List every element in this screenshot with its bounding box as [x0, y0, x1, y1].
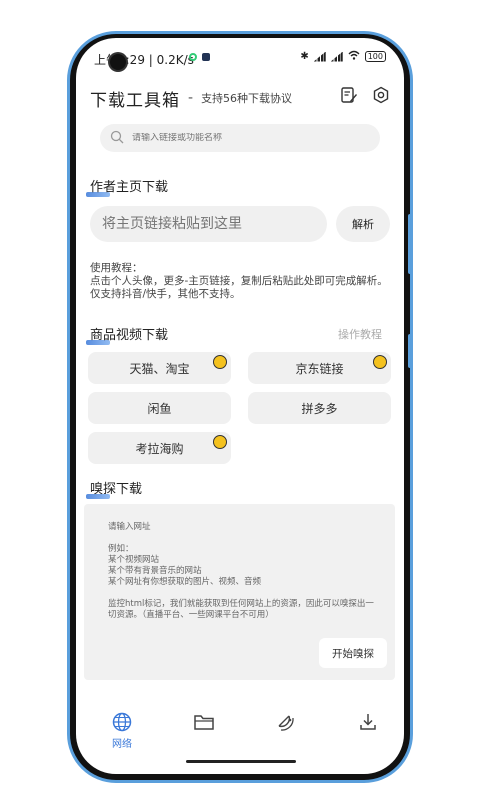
side-button [408, 334, 412, 368]
page-subtitle: 支持56种下载协议 [201, 92, 293, 105]
nav-item-network[interactable]: 网络 [86, 706, 158, 754]
bottom-nav: 网络 [76, 706, 404, 754]
nav-item-files[interactable] [168, 706, 240, 754]
tutorial-link[interactable]: 操作教程 [338, 326, 382, 342]
sniff-url-textarea[interactable]: 请输入网址 例如： 某个视频网站 某个带有背景音乐的网站 某个网址有你想获取的图… [84, 504, 395, 680]
home-indicator[interactable] [186, 760, 296, 763]
settings-icon[interactable] [372, 86, 390, 108]
app-notification-icon [202, 53, 210, 61]
status-time: 上午9:29 | 0.2K/s [94, 53, 194, 67]
search-bar[interactable] [100, 124, 380, 152]
title-separator: - [188, 90, 194, 106]
sniff-placeholder-text: 请输入网址 例如： 某个视频网站 某个带有背景音乐的网站 某个网址有你想获取的图… [108, 522, 374, 620]
jd-link-button[interactable]: 京东链接 [248, 352, 391, 384]
page-title: 下载工具箱 [90, 90, 180, 111]
folder-icon [193, 712, 215, 735]
globe-icon [112, 712, 132, 735]
author-tutorial-text: 使用教程： 点击个人头像，更多-主页链接，复制后粘贴此处即可完成解析。仅支持抖音… [90, 262, 388, 300]
header-actions [340, 86, 390, 108]
phone-frame: 上午9:29 | 0.2K/s ✱ 100 下载工具箱 - 支持56种下载协议 [70, 34, 412, 780]
parse-button[interactable]: 解析 [336, 206, 390, 242]
battery-indicator: 100 [364, 51, 386, 62]
hot-icon [213, 355, 227, 369]
app-header: 下载工具箱 - 支持56种下载协议 [90, 84, 390, 112]
xianyu-button[interactable]: 闲鱼 [88, 392, 231, 424]
section-title-sniff: 嗅探下载 [86, 478, 142, 499]
nav-item-downloads[interactable] [332, 706, 404, 754]
start-sniff-button[interactable]: 开始嗅探 [319, 638, 387, 668]
app-notification-icon [189, 53, 197, 61]
bluetooth-icon: ✱ [300, 51, 309, 62]
status-bar: 上午9:29 | 0.2K/s ✱ 100 [76, 38, 404, 74]
section-title-product: 商品视频下载 [86, 324, 168, 345]
nav-label: 网络 [112, 739, 132, 750]
signal-icon [330, 51, 343, 62]
hot-icon [373, 355, 387, 369]
side-button [408, 214, 412, 274]
app-screen: 上午9:29 | 0.2K/s ✱ 100 下载工具箱 - 支持56种下载协议 [76, 38, 404, 774]
edit-icon[interactable] [340, 86, 358, 108]
hot-icon [213, 435, 227, 449]
status-icons: ✱ 100 [300, 50, 386, 63]
nav-item-discover[interactable] [250, 706, 322, 754]
author-link-input[interactable] [90, 206, 327, 242]
signal-icon [313, 51, 326, 62]
tmall-taobao-button[interactable]: 天猫、淘宝 [88, 352, 231, 384]
download-icon [357, 712, 379, 735]
kaola-button[interactable]: 考拉海购 [88, 432, 231, 464]
search-icon [110, 129, 124, 148]
satellite-icon [275, 712, 297, 737]
author-link-row: 解析 [90, 206, 390, 242]
section-title-author: 作者主页下载 [86, 176, 168, 197]
wifi-icon [348, 50, 360, 63]
pinduoduo-button[interactable]: 拼多多 [248, 392, 391, 424]
search-input[interactable] [132, 133, 352, 143]
front-camera [110, 54, 126, 70]
